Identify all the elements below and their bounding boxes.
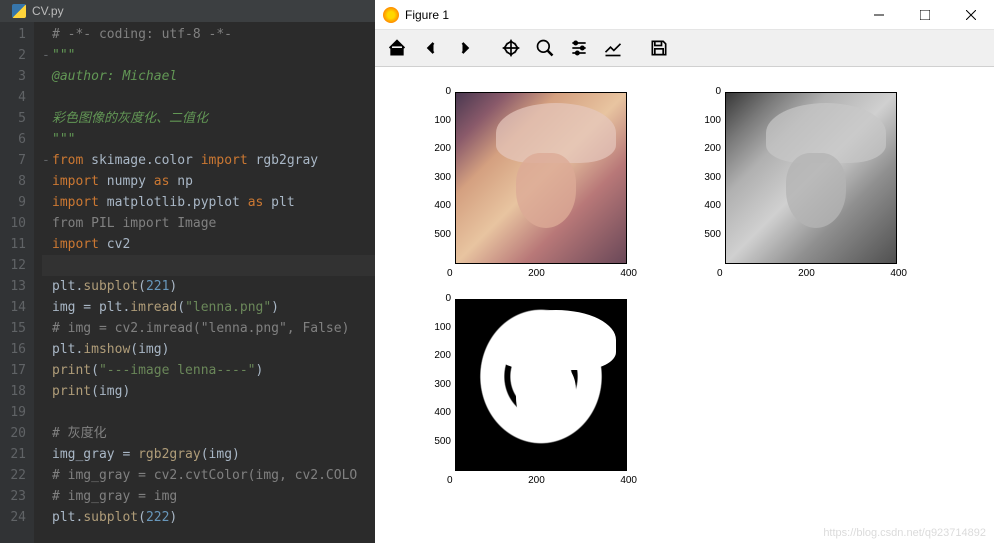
window-icon xyxy=(383,7,399,23)
tab-filename: CV.py xyxy=(32,4,64,18)
zoom-button[interactable] xyxy=(531,34,559,62)
edit-axis-button[interactable] xyxy=(599,34,627,62)
watermark-text: https://blog.csdn.net/q923714892 xyxy=(823,527,986,539)
window-title: Figure 1 xyxy=(405,8,449,22)
plot-area: 0100200300400500 0200400 010020030040050… xyxy=(375,67,994,543)
subplot-223-binary: 0100200300400500 0200400 xyxy=(455,299,627,471)
code-editor-pane: CV.py 1234567891011121314151617181920212… xyxy=(0,0,375,543)
subplot-222-gray: 0100200300400500 0200400 xyxy=(725,92,897,264)
subplot-221-color: 0100200300400500 0200400 xyxy=(455,92,627,264)
save-button[interactable] xyxy=(645,34,673,62)
window-controls xyxy=(856,0,994,30)
figure-toolbar xyxy=(375,30,994,67)
pan-button[interactable] xyxy=(497,34,525,62)
matplotlib-figure-window: Figure 1 0100200300400500 0200400 010020… xyxy=(375,0,994,543)
python-icon xyxy=(12,4,26,18)
back-button[interactable] xyxy=(417,34,445,62)
close-button[interactable] xyxy=(948,0,994,30)
configure-button[interactable] xyxy=(565,34,593,62)
editor-tab[interactable]: CV.py xyxy=(0,0,375,22)
line-number-gutter: 123456789101112131415161718192021222324 xyxy=(0,22,34,543)
home-button[interactable] xyxy=(383,34,411,62)
window-title-bar: Figure 1 xyxy=(375,0,994,30)
forward-button[interactable] xyxy=(451,34,479,62)
minimize-button[interactable] xyxy=(856,0,902,30)
code-area[interactable]: 123456789101112131415161718192021222324 … xyxy=(0,22,375,543)
code-content[interactable]: # -*- coding: utf-8 -*--""" @author: Mic… xyxy=(34,22,375,543)
maximize-button[interactable] xyxy=(902,0,948,30)
